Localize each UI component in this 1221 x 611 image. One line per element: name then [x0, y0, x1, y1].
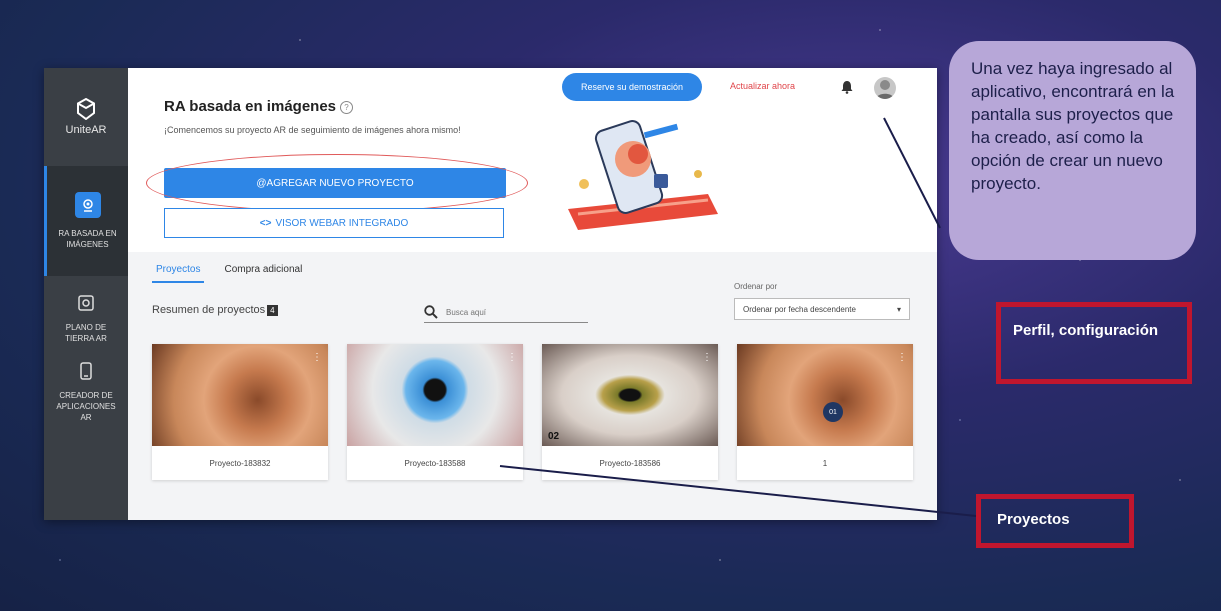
- annotation-bubble: Una vez haya ingresado al aplicativo, en…: [949, 41, 1196, 260]
- project-thumbnail-green-eye: ⋮ 02: [542, 344, 718, 446]
- more-options-icon[interactable]: ⋮: [702, 352, 712, 363]
- bell-icon[interactable]: [840, 80, 854, 94]
- project-cards: ⋮ Proyecto-183832 ⋮ Proyecto-183588 ⋮ 02…: [152, 344, 913, 480]
- tab-additional-purchase[interactable]: Compra adicional: [220, 258, 306, 283]
- project-card[interactable]: ⋮ 01 1: [737, 344, 913, 480]
- more-options-icon[interactable]: ⋮: [312, 352, 322, 363]
- image-target-icon: [74, 192, 101, 218]
- webar-viewer-label: VISOR WEBAR INTEGRADO: [275, 217, 409, 229]
- code-brackets-icon: <>: [259, 217, 272, 229]
- phone-illustration: [568, 120, 718, 230]
- sidebar-item-app-creator[interactable]: CREADOR DE APLICACIONES AR: [44, 344, 128, 423]
- thumbnail-badge: 01: [823, 402, 843, 422]
- projects-section: Proyectos Compra adicional Resumen de pr…: [128, 252, 937, 520]
- sidebar: UniteAR RA BASADA EN IMÁGENES PLANO DE T…: [44, 68, 128, 520]
- brand-name: UniteAR: [65, 124, 107, 136]
- phone-app-icon: [80, 362, 92, 380]
- profile-annotation-box: Perfil, configuración: [996, 302, 1192, 384]
- sidebar-item-label: RA BASADA EN IMÁGENES: [58, 229, 117, 249]
- search-box: [424, 302, 588, 323]
- search-input[interactable]: [444, 306, 578, 318]
- project-name: Proyecto-183588: [404, 458, 466, 468]
- more-options-icon[interactable]: ⋮: [897, 352, 907, 363]
- sidebar-item-label: CREADOR DE APLICACIONES AR: [56, 391, 116, 422]
- sort-select[interactable]: Ordenar por fecha descendente ▾: [734, 298, 910, 320]
- project-thumbnail-blue-eye: ⋮: [347, 344, 523, 446]
- project-thumbnail-ear: ⋮: [152, 344, 328, 446]
- projects-summary: Resumen de proyectos 4: [152, 304, 278, 316]
- header-section: RA basada en imágenes? ¡Comencemos su pr…: [128, 68, 937, 252]
- projects-summary-label: Resumen de proyectos: [152, 304, 266, 316]
- page-subtitle: ¡Comencemos su proyecto AR de seguimient…: [164, 125, 461, 135]
- help-icon[interactable]: ?: [340, 100, 354, 114]
- app-window: UniteAR RA BASADA EN IMÁGENES PLANO DE T…: [44, 68, 937, 520]
- project-thumbnail-ear: ⋮ 01: [737, 344, 913, 446]
- avatar[interactable]: [874, 77, 896, 99]
- projects-annotation-box: Proyectos: [976, 494, 1134, 548]
- add-new-project-label: AGREGAR NUEVO PROYECTO: [266, 177, 414, 189]
- at-icon: @: [256, 177, 267, 189]
- projects-count-badge: 4: [267, 304, 278, 316]
- sort-selected-value: Ordenar por fecha descendente: [743, 304, 856, 314]
- thumbnail-overlay-number: 02: [548, 431, 560, 442]
- book-demo-button[interactable]: Reserve su demostración: [562, 73, 702, 101]
- sort-label: Ordenar por: [734, 282, 778, 291]
- sidebar-item-image-ar[interactable]: RA BASADA EN IMÁGENES: [44, 166, 128, 276]
- project-name: Proyecto-183832: [209, 458, 271, 468]
- project-card[interactable]: ⋮ Proyecto-183588: [347, 344, 523, 480]
- search-icon: [424, 305, 438, 319]
- user-avatar-icon: [876, 80, 894, 99]
- unitear-logo-icon: [77, 98, 95, 120]
- tab-bar: Proyectos Compra adicional: [152, 258, 306, 283]
- project-name: 1: [822, 458, 828, 468]
- chevron-down-icon: ▾: [896, 304, 901, 314]
- ground-plane-icon: [78, 295, 94, 311]
- sidebar-item-label: PLANO DE TIERRA AR: [65, 323, 107, 343]
- project-name: Proyecto-183586: [599, 458, 661, 468]
- more-options-icon[interactable]: ⋮: [507, 352, 517, 363]
- project-card[interactable]: ⋮ Proyecto-183832: [152, 344, 328, 480]
- brand[interactable]: UniteAR: [44, 68, 128, 166]
- add-new-project-button[interactable]: @ AGREGAR NUEVO PROYECTO: [164, 168, 506, 198]
- tab-projects[interactable]: Proyectos: [152, 258, 205, 283]
- project-card[interactable]: ⋮ 02 Proyecto-183586: [542, 344, 718, 480]
- update-now-link[interactable]: Actualizar ahora: [730, 81, 795, 91]
- webar-viewer-button[interactable]: <> VISOR WEBAR INTEGRADO: [164, 208, 504, 238]
- page-title-text: RA basada en imágenes: [164, 98, 337, 115]
- main-content: RA basada en imágenes? ¡Comencemos su pr…: [128, 68, 937, 520]
- sidebar-item-ground-plane[interactable]: PLANO DE TIERRA AR: [44, 276, 128, 344]
- page-title: RA basada en imágenes?: [164, 98, 354, 115]
